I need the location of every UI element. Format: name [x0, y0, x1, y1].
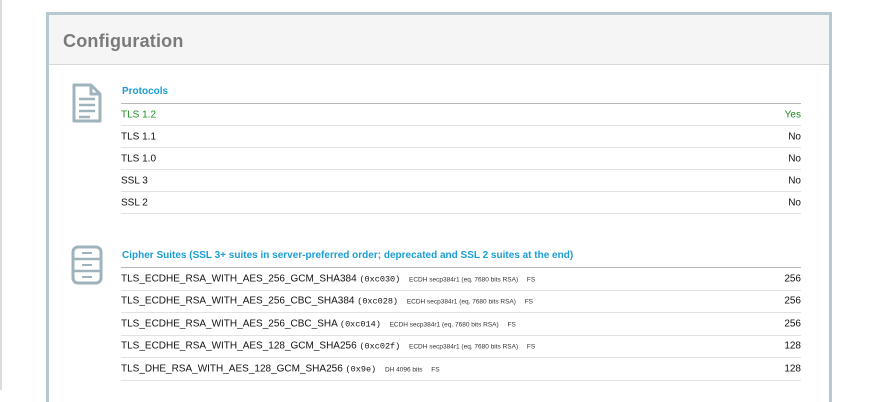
cipher-code: (0xc028): [357, 296, 399, 307]
cipher-kex: DH 4096 bits: [384, 366, 423, 374]
cipher-code: (0xc02f): [359, 341, 401, 352]
protocol-support: No: [788, 153, 801, 164]
protocol-support: No: [788, 131, 801, 142]
cipher-row: TLS_ECDHE_RSA_WITH_AES_256_CBC_SHA384 (0…: [121, 289, 801, 313]
cipher-kex: ECDH secp384r1 (eq. 7680 bits RSA): [409, 343, 519, 351]
cipher-name: TLS_ECDHE_RSA_WITH_AES_256_CBC_SHA384: [121, 295, 355, 307]
cipher-code: (0xc014): [339, 319, 381, 330]
cipher-kex: ECDH secp384r1 (eq. 7680 bits RSA): [409, 276, 519, 284]
cipher-fs: FS: [524, 298, 534, 306]
panel-header: Configuration: [49, 15, 829, 65]
protocols-table: TLS 1.2 Yes TLS 1.1 No TLS 1.0 No SSL 3 …: [121, 103, 801, 214]
protocol-support: Yes: [784, 109, 801, 120]
cipher-bits: 256: [784, 273, 801, 285]
protocol-row-ssl3: SSL 3 No: [121, 169, 801, 191]
cipher-cell: TLS_ECDHE_RSA_WITH_AES_256_CBC_SHA (0xc0…: [121, 318, 516, 329]
protocol-row-tls12: TLS 1.2 Yes: [121, 103, 801, 125]
document-icon: [70, 82, 104, 124]
panel-title: Configuration: [63, 31, 184, 51]
cipher-row: TLS_ECDHE_RSA_WITH_AES_128_GCM_SHA256 (0…: [121, 334, 801, 358]
cipher-kex: ECDH secp384r1 (eq. 7680 bits RSA): [406, 298, 516, 306]
cipher-suites-title: Cipher Suites (SSL 3+ suites in server-p…: [122, 250, 574, 261]
protocol-support: No: [788, 197, 801, 208]
cipher-fs: FS: [526, 276, 536, 284]
cipher-name: TLS_ECDHE_RSA_WITH_AES_256_GCM_SHA384: [121, 273, 357, 285]
cipher-fs: FS: [526, 343, 536, 351]
configuration-panel: Configuration Protocols TLS 1.2 Yes TLS …: [46, 12, 832, 402]
page-left-rule: [0, 0, 2, 390]
protocol-row-ssl2: SSL 2 No: [121, 191, 801, 214]
cipher-row: TLS_DHE_RSA_WITH_AES_128_GCM_SHA256 (0x9…: [121, 357, 801, 381]
cipher-fs: FS: [431, 366, 440, 374]
cipher-cell: TLS_ECDHE_RSA_WITH_AES_256_CBC_SHA384 (0…: [121, 296, 533, 307]
protocol-name: TLS 1.0: [121, 153, 157, 164]
cipher-row: TLS_ECDHE_RSA_WITH_AES_256_GCM_SHA384 (0…: [121, 267, 801, 290]
cipher-cell: TLS_ECDHE_RSA_WITH_AES_256_GCM_SHA384 (0…: [121, 273, 535, 284]
protocol-row-tls11: TLS 1.1 No: [121, 125, 801, 147]
cipher-name: TLS_ECDHE_RSA_WITH_AES_128_GCM_SHA256: [121, 340, 357, 352]
cipher-suites-table: TLS_ECDHE_RSA_WITH_AES_256_GCM_SHA384 (0…: [121, 267, 801, 381]
protocol-name: TLS 1.2: [121, 109, 157, 120]
cipher-kex: ECDH secp384r1 (eq. 7680 bits RSA): [389, 321, 499, 329]
cipher-bits: 128: [784, 340, 801, 352]
cipher-bits: 128: [784, 363, 801, 375]
protocols-title: Protocols: [122, 86, 169, 97]
protocol-support: No: [788, 175, 801, 186]
cipher-bits: 256: [784, 295, 801, 307]
protocol-row-tls10: TLS 1.0 No: [121, 147, 801, 169]
cipher-row: TLS_ECDHE_RSA_WITH_AES_256_CBC_SHA (0xc0…: [121, 312, 801, 335]
cabinet-icon: [70, 244, 104, 286]
protocol-name: SSL 3: [121, 175, 148, 186]
cipher-cell: TLS_DHE_RSA_WITH_AES_128_GCM_SHA256 (0x9…: [121, 363, 440, 374]
protocol-name: TLS 1.1: [121, 131, 157, 142]
cipher-code: (0x9e): [345, 364, 377, 375]
protocol-name: SSL 2: [121, 197, 148, 208]
cipher-code: (0xc030): [359, 274, 401, 285]
cipher-name: TLS_ECDHE_RSA_WITH_AES_256_CBC_SHA: [121, 318, 338, 330]
cipher-cell: TLS_ECDHE_RSA_WITH_AES_128_GCM_SHA256 (0…: [121, 341, 535, 352]
cipher-name: TLS_DHE_RSA_WITH_AES_128_GCM_SHA256: [121, 363, 343, 375]
cipher-fs: FS: [507, 321, 516, 329]
cipher-bits: 256: [784, 318, 801, 330]
